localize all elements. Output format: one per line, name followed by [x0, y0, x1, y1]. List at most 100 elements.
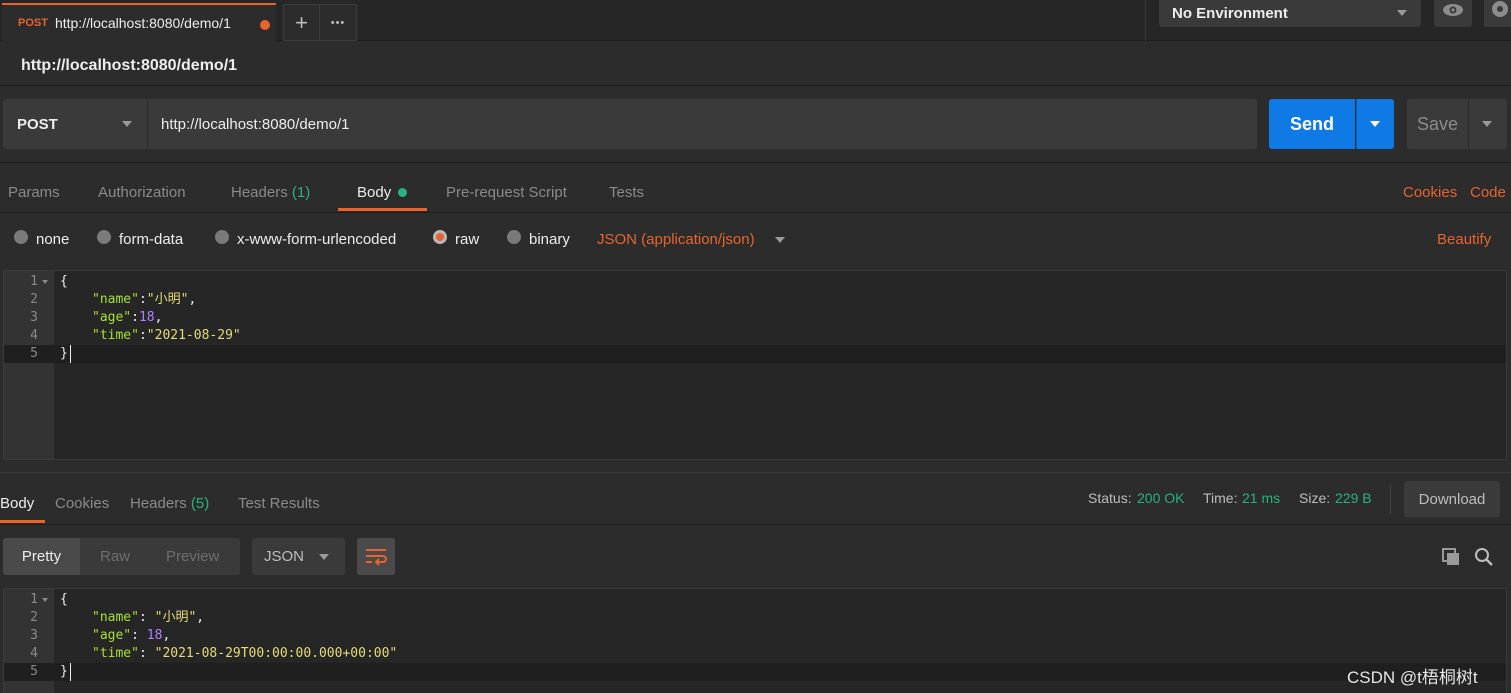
code-link[interactable]: Code	[1470, 184, 1506, 201]
environment-quick-look-button[interactable]	[1434, 0, 1472, 27]
code-line: 3 "age":18,	[30, 310, 163, 325]
radio-binary[interactable]	[507, 230, 521, 244]
download-button[interactable]: Download	[1404, 481, 1500, 517]
code-line: 3 "age": 18,	[30, 628, 171, 643]
gear-icon	[1492, 1, 1508, 17]
radio-urlencoded[interactable]	[215, 230, 229, 244]
environment-label: No Environment	[1172, 5, 1288, 22]
code-line-current: 5 }	[4, 663, 1506, 681]
more-tabs-button[interactable]: •••	[319, 4, 357, 41]
time-value[interactable]: 21 ms	[1242, 490, 1280, 506]
request-body-editor[interactable]: 1 { 2 "name":"小明", 3 "age":18, 4 "time":…	[3, 270, 1507, 460]
fold-icon[interactable]	[42, 280, 48, 284]
url-input[interactable]	[148, 99, 1257, 149]
request-tab-active[interactable]: POST http://localhost:8080/demo/1	[2, 3, 276, 41]
request-title[interactable]: http://localhost:8080/demo/1	[21, 57, 237, 75]
new-tab-button[interactable]: +	[283, 4, 320, 41]
chevron-down-icon	[319, 554, 329, 560]
response-tab-cookies[interactable]: Cookies	[55, 495, 109, 512]
divider	[1390, 484, 1391, 514]
send-options-button[interactable]	[1356, 99, 1394, 149]
status-label: Status:	[1088, 490, 1132, 506]
size-label: Size:	[1299, 490, 1331, 506]
time-label: Time:	[1203, 490, 1238, 506]
active-dot-icon	[398, 188, 408, 197]
unsaved-dot-icon	[260, 20, 270, 30]
save-label: Save	[1416, 113, 1459, 134]
code-line: 4 "time": "2021-08-29T00:00:00.000+00:00…	[30, 646, 398, 661]
tab-headers-label: Headers	[231, 184, 288, 201]
tab-body[interactable]: Body	[357, 184, 408, 201]
radio-label-binary: binary	[529, 231, 570, 248]
radio-form-data[interactable]	[97, 230, 111, 244]
response-body-viewer[interactable]: 1 { 2 "name": "小明", 3 "age": 18, 4 "time…	[3, 588, 1507, 693]
send-label: Send	[1289, 113, 1334, 134]
headers-count: (1)	[291, 184, 311, 201]
tab-params[interactable]: Params	[8, 184, 60, 201]
radio-label-none: none	[36, 231, 70, 248]
beautify-link[interactable]: Beautify	[1437, 231, 1491, 248]
response-tab-body[interactable]: Body	[0, 495, 34, 512]
content-type-select[interactable]: JSON (application/json)	[597, 231, 755, 248]
divider	[0, 524, 1511, 525]
plus-icon: +	[295, 9, 308, 35]
response-tab-headers-label: Headers	[130, 495, 187, 512]
copy-button[interactable]	[1441, 547, 1461, 567]
response-tab-test-results[interactable]: Test Results	[238, 495, 320, 512]
text-cursor	[70, 663, 71, 681]
settings-button[interactable]	[1484, 0, 1511, 27]
wrap-lines-icon	[366, 549, 387, 566]
view-pretty-button[interactable]: Pretty	[3, 538, 80, 575]
code-line-current: 5 }	[4, 345, 1506, 363]
divider	[0, 212, 1511, 213]
size-value[interactable]: 229 B	[1335, 490, 1372, 506]
environment-select[interactable]: No Environment	[1159, 0, 1421, 27]
tab-body-label: Body	[357, 184, 392, 201]
chevron-down-icon	[122, 121, 132, 127]
tab-prerequest-script[interactable]: Pre-request Script	[446, 184, 567, 201]
cookies-link[interactable]: Cookies	[1403, 184, 1457, 201]
view-pretty-label: Pretty	[21, 548, 62, 565]
status-value[interactable]: 200 OK	[1137, 490, 1184, 506]
code-line: 2 "name":"小明",	[30, 292, 197, 307]
response-tab-headers[interactable]: Headers (5)	[130, 495, 209, 512]
fold-icon[interactable]	[42, 598, 48, 602]
save-button[interactable]: Save	[1407, 99, 1468, 149]
env-divider	[1145, 0, 1146, 41]
text-cursor	[70, 345, 71, 363]
radio-label-urlencoded: x-www-form-urlencoded	[237, 231, 397, 248]
divider	[0, 85, 1511, 86]
tab-headers[interactable]: Headers (1)	[231, 184, 310, 201]
tab-method: POST	[18, 17, 48, 29]
divider	[0, 162, 1511, 163]
response-format-select[interactable]: JSON	[252, 538, 345, 575]
search-icon	[1475, 548, 1493, 566]
divider	[0, 472, 1511, 473]
chevron-down-icon	[775, 237, 785, 243]
chevron-down-icon	[1370, 121, 1380, 127]
tab-tests[interactable]: Tests	[609, 184, 644, 201]
download-label: Download	[1418, 490, 1486, 508]
send-button[interactable]: Send	[1269, 99, 1355, 149]
watermark: CSDN @t梧桐树t	[1347, 668, 1478, 687]
wrap-lines-button[interactable]	[357, 538, 395, 575]
response-tab-indicator	[0, 520, 45, 523]
radio-label-form-data: form-data	[119, 231, 184, 248]
radio-raw[interactable]	[433, 230, 447, 244]
copy-icon	[1442, 548, 1459, 565]
radio-label-raw: raw	[455, 231, 480, 248]
view-preview-button[interactable]: Preview	[166, 548, 219, 565]
search-button[interactable]	[1474, 547, 1494, 567]
method-select[interactable]: POST	[3, 99, 147, 149]
radio-none[interactable]	[14, 230, 28, 244]
tab-authorization[interactable]: Authorization	[98, 184, 186, 201]
save-options-button[interactable]	[1469, 99, 1507, 149]
tab-url: http://localhost:8080/demo/1	[54, 15, 231, 31]
chevron-down-icon	[1482, 121, 1492, 127]
response-format-label: JSON	[264, 548, 305, 565]
view-raw-button[interactable]: Raw	[100, 548, 130, 565]
tab-indicator	[338, 208, 427, 211]
chevron-down-icon	[1397, 10, 1407, 16]
code-line: 1 {	[30, 274, 68, 289]
more-icon: •••	[330, 16, 346, 29]
